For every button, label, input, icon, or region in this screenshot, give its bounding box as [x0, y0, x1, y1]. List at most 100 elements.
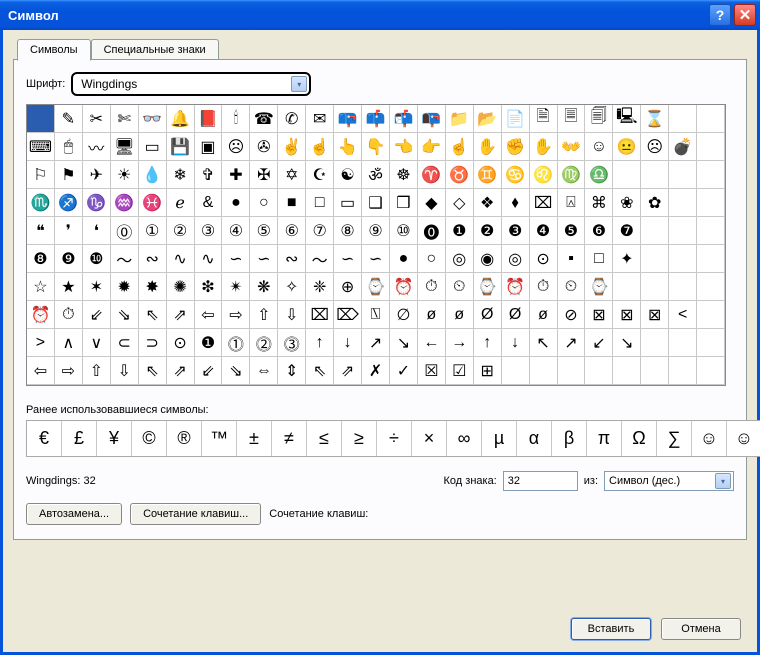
symbol-cell[interactable]: 😐	[613, 133, 641, 161]
symbol-cell[interactable]: ✄	[111, 105, 139, 133]
symbol-cell[interactable]: ॐ	[362, 161, 390, 189]
symbol-cell[interactable]	[613, 161, 641, 189]
symbol-cell[interactable]: ⊠	[641, 301, 669, 329]
symbol-cell[interactable]: ✂	[83, 105, 111, 133]
symbol-cell[interactable]	[669, 217, 697, 245]
symbol-cell[interactable]: ✚	[222, 161, 250, 189]
recent-cell[interactable]: ×	[412, 421, 447, 456]
symbol-cell[interactable]: ↑	[306, 329, 334, 357]
symbol-cell[interactable]: 〰	[83, 133, 111, 161]
symbol-cell[interactable]: ↖	[530, 329, 558, 357]
symbol-cell[interactable]: ❸	[502, 217, 530, 245]
symbol-cell[interactable]: ☆	[27, 273, 55, 301]
symbol-cell[interactable]: ⌚	[585, 273, 613, 301]
symbol-cell[interactable]: 🔔	[167, 105, 195, 133]
symbol-cell[interactable]	[585, 357, 613, 385]
symbol-cell[interactable]: ✹	[111, 273, 139, 301]
from-combobox[interactable]: Символ (дес.) ▾	[604, 471, 734, 491]
symbol-cell[interactable]: ⓷	[278, 329, 306, 357]
symbol-cell[interactable]	[697, 105, 725, 133]
symbol-cell[interactable]: ✧	[278, 273, 306, 301]
symbol-cell[interactable]: ♏	[27, 189, 55, 217]
symbol-cell[interactable]: ☝	[306, 133, 334, 161]
symbol-cell[interactable]: ⌧	[530, 189, 558, 217]
symbol-cell[interactable]: ⇦	[195, 301, 223, 329]
symbol-cell[interactable]	[697, 273, 725, 301]
recent-cell[interactable]: Ω	[622, 421, 657, 456]
symbol-cell[interactable]: ✦	[613, 245, 641, 273]
tab-special-chars[interactable]: Специальные знаки	[91, 39, 219, 61]
symbol-cell[interactable]: ■	[278, 189, 306, 217]
symbol-cell[interactable]	[697, 329, 725, 357]
symbol-cell[interactable]: ⇗	[167, 301, 195, 329]
from-dropdown-button[interactable]: ▾	[715, 473, 731, 489]
symbol-cell[interactable]: ○	[418, 245, 446, 273]
autocorrect-button[interactable]: Автозамена...	[26, 503, 122, 525]
symbol-cell[interactable]: ⓵	[222, 329, 250, 357]
symbol-cell[interactable]: ✗	[362, 357, 390, 385]
symbol-cell[interactable]: 👇	[362, 133, 390, 161]
symbol-cell[interactable]	[641, 273, 669, 301]
recent-cell[interactable]: ≥	[342, 421, 377, 456]
symbol-cell[interactable]: ⊙	[530, 245, 558, 273]
symbol-cell[interactable]: ⏰	[502, 273, 530, 301]
symbol-cell[interactable]: →	[446, 329, 474, 357]
symbol-cell[interactable]: ✇	[250, 133, 278, 161]
symbol-cell[interactable]: ⇗	[167, 357, 195, 385]
symbol-cell[interactable]: ▣	[195, 133, 223, 161]
symbol-cell[interactable]: 〜	[111, 245, 139, 273]
symbol-cell[interactable]: ∽	[222, 245, 250, 273]
symbol-cell[interactable]	[697, 217, 725, 245]
symbol-cell[interactable]: ④	[222, 217, 250, 245]
recent-cell[interactable]: ☺	[692, 421, 727, 456]
symbol-cell[interactable]	[669, 245, 697, 273]
symbol-cell[interactable]: ☒	[418, 357, 446, 385]
symbol-cell[interactable]: ❛	[83, 217, 111, 245]
recent-cell[interactable]: ™	[202, 421, 237, 456]
symbol-cell[interactable]	[530, 357, 558, 385]
symbol-cell[interactable]: ❶	[195, 329, 223, 357]
symbol-cell[interactable]: ⇘	[111, 301, 139, 329]
symbol-cell[interactable]: 〜	[306, 245, 334, 273]
symbol-cell[interactable]: ⌘	[585, 189, 613, 217]
symbol-cell[interactable]: ❇	[195, 273, 223, 301]
symbol-cell[interactable]: ø	[530, 301, 558, 329]
symbol-cell[interactable]: ③	[195, 217, 223, 245]
symbol-cell[interactable]: ⇔	[250, 357, 278, 385]
symbol-cell[interactable]: ⓿	[418, 217, 446, 245]
symbol-cell[interactable]	[697, 189, 725, 217]
symbol-cell[interactable]: ∿	[167, 245, 195, 273]
symbol-cell[interactable]: ♎	[585, 161, 613, 189]
symbol-cell[interactable]: ☯	[334, 161, 362, 189]
symbol-cell[interactable]: ∧	[55, 329, 83, 357]
recent-cell[interactable]: ±	[237, 421, 272, 456]
symbol-cell[interactable]: ♒	[111, 189, 139, 217]
symbol-cell[interactable]: ☸	[390, 161, 418, 189]
shortcut-key-button[interactable]: Сочетание клавиш...	[130, 503, 261, 525]
symbol-cell[interactable]: ⌦	[334, 301, 362, 329]
symbol-cell[interactable]: ↘	[390, 329, 418, 357]
symbol-cell[interactable]	[502, 357, 530, 385]
symbol-cell[interactable]: ✺	[167, 273, 195, 301]
symbol-cell[interactable]: ⌨	[27, 133, 55, 161]
symbol-cell[interactable]: ◆	[418, 189, 446, 217]
symbol-cell[interactable]: ⏱	[530, 273, 558, 301]
symbol-cell[interactable]: ⑧	[334, 217, 362, 245]
symbol-cell[interactable]: ①	[139, 217, 167, 245]
symbol-cell[interactable]: ✋	[474, 133, 502, 161]
symbol-cell[interactable]: Ø	[474, 301, 502, 329]
symbol-cell[interactable]: ✡	[278, 161, 306, 189]
symbol-cell[interactable]: ☪	[306, 161, 334, 189]
symbol-cell[interactable]: &	[195, 189, 223, 217]
symbol-cell[interactable]: ▭	[334, 189, 362, 217]
symbol-cell[interactable]	[613, 273, 641, 301]
symbol-cell[interactable]: ⚐	[27, 161, 55, 189]
symbol-cell[interactable]: ●	[222, 189, 250, 217]
symbol-cell[interactable]: ⇗	[334, 357, 362, 385]
recent-cell[interactable]: α	[517, 421, 552, 456]
symbol-cell[interactable]: 🖳	[613, 105, 641, 133]
symbol-cell[interactable]: ⇧	[250, 301, 278, 329]
symbol-cell[interactable]: ∽	[334, 245, 362, 273]
recent-cell[interactable]: ≠	[272, 421, 307, 456]
recent-cell[interactable]: µ	[482, 421, 517, 456]
